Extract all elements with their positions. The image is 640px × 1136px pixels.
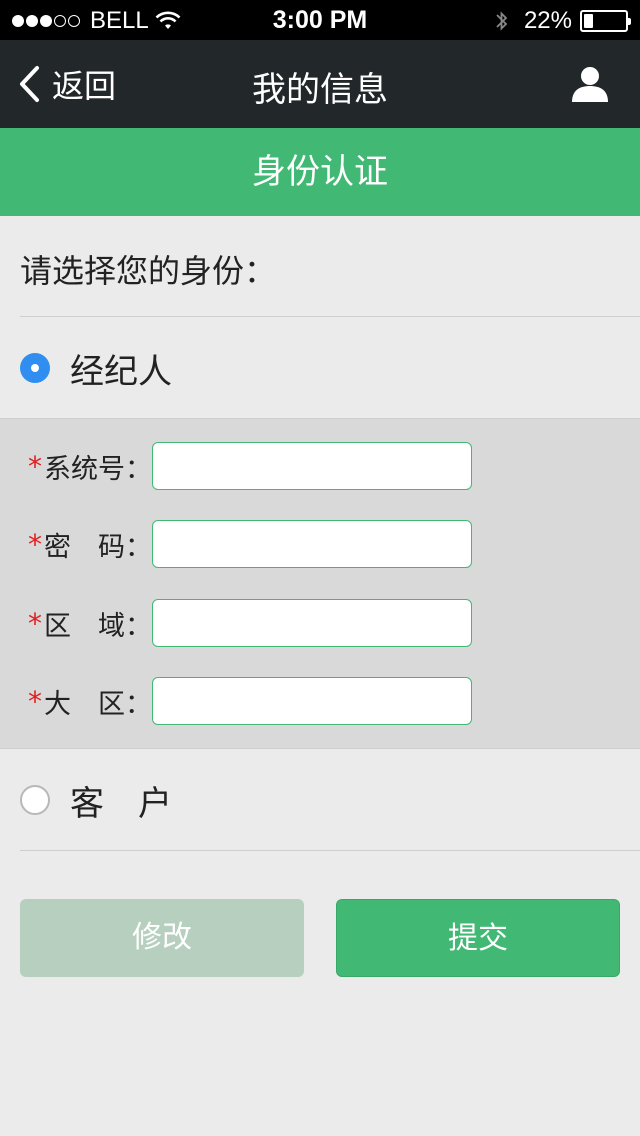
field-row-password: * 密 码：: [28, 520, 472, 568]
field-label-password: 密 码：: [44, 531, 152, 563]
divider: [20, 850, 640, 851]
field-row-system-number: * 系统号：: [28, 442, 472, 490]
battery-fill: [584, 14, 593, 28]
field-row-area: * 区 域：: [28, 599, 472, 647]
required-mark: *: [28, 449, 42, 483]
radio-unchecked-icon[interactable]: [20, 785, 50, 815]
status-right: 22%: [494, 7, 631, 35]
divider: [20, 316, 640, 317]
battery-icon: [580, 10, 631, 32]
system-number-input[interactable]: [152, 442, 472, 490]
area-input[interactable]: [152, 599, 472, 647]
field-label-region: 大 区：: [44, 688, 152, 720]
region-input[interactable]: [152, 677, 472, 725]
required-mark: *: [28, 684, 42, 718]
field-row-region: * 大 区：: [28, 677, 472, 725]
identity-prompt: 请选择您的身份：: [20, 252, 277, 290]
battery-percentage: 22%: [523, 7, 572, 34]
nav-bar: 返回 我的信息: [0, 40, 640, 128]
edit-button[interactable]: 修改: [20, 899, 304, 977]
status-bar: BELL 3:00 PM 22%: [0, 0, 640, 40]
radio-checked-icon[interactable]: [20, 353, 50, 383]
required-mark: *: [28, 527, 42, 561]
radio-label-customer: 客 户: [70, 783, 172, 824]
bluetooth-icon: [496, 11, 508, 31]
required-mark: *: [28, 606, 42, 640]
radio-option-agent[interactable]: 经纪人: [0, 318, 640, 418]
field-label-system-number: 系统号：: [44, 453, 152, 485]
field-label-area: 区 域：: [44, 610, 152, 642]
radio-label-agent: 经纪人: [70, 351, 172, 392]
page-title: 我的信息: [252, 70, 388, 110]
radio-option-customer[interactable]: 客 户: [0, 750, 640, 850]
user-icon[interactable]: [570, 64, 610, 104]
password-input[interactable]: [152, 520, 472, 568]
section-banner: 身份认证: [0, 128, 640, 216]
agent-form-panel: * 系统号： * 密 码： * 区 域： * 大 区：: [0, 418, 640, 749]
submit-button[interactable]: 提交: [336, 899, 620, 977]
